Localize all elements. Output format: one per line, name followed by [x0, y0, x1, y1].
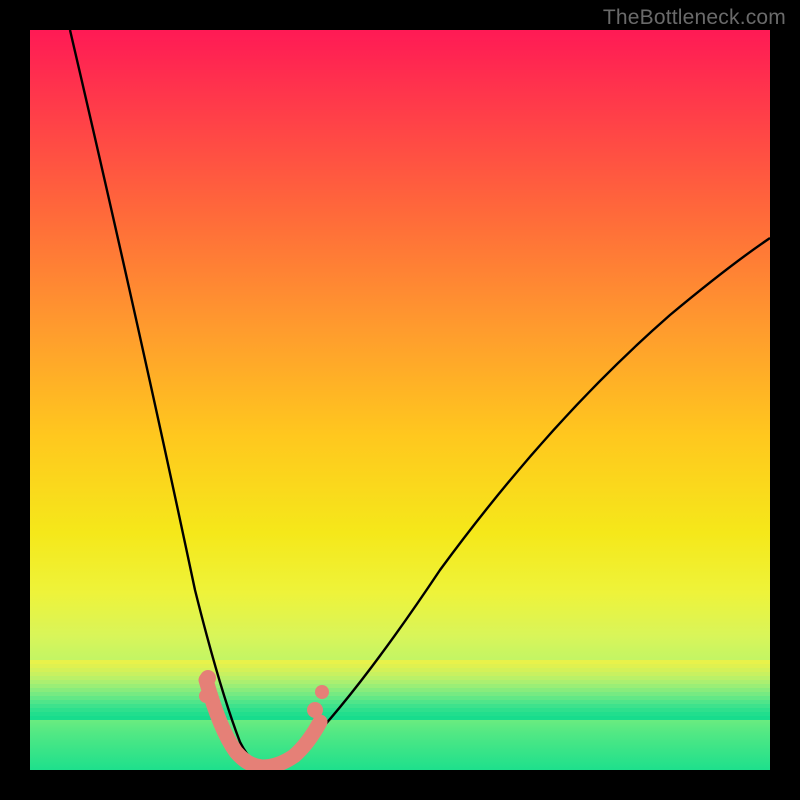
highlight-dot-left-2 — [199, 689, 213, 703]
highlight-dot-left — [200, 670, 216, 686]
watermark-text: TheBottleneck.com — [603, 6, 786, 30]
curve-right-branch — [262, 238, 770, 766]
bottleneck-curve — [30, 30, 770, 770]
highlight-dot-right-2 — [315, 685, 329, 699]
highlight-dot-right — [307, 702, 323, 718]
chart-frame: TheBottleneck.com — [0, 0, 800, 800]
curve-left-branch — [70, 30, 262, 766]
plot-area — [30, 30, 770, 770]
